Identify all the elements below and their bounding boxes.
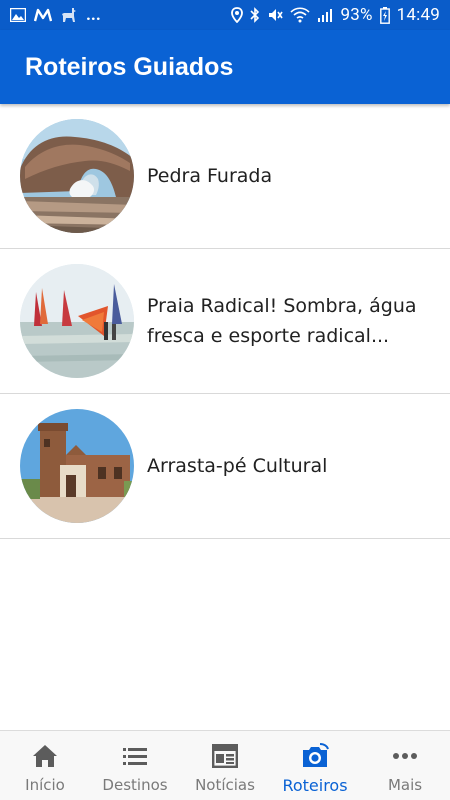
nav-item-mais[interactable]: Mais [360,731,450,800]
camera-icon [301,743,329,769]
nav-label: Destinos [102,776,168,794]
list-item-title: Praia Radical! Sombra, água fresca e esp… [147,295,417,347]
list-item[interactable]: Pedra Furada [0,104,450,249]
clock: 14:49 [396,5,440,25]
nav-label: Mais [387,776,423,794]
nav-label: Início [25,776,65,794]
rock-arch-photo [20,119,134,233]
battery-icon [379,6,390,24]
nav-label: Notícias [195,776,255,794]
list-item-title: Arrasta-pé Cultural [147,455,328,477]
signal-icon [317,8,333,22]
old-church-photo [20,409,134,523]
nav-item-roteiros[interactable]: Roteiros [270,731,360,800]
page-title: Roteiros Guiados [25,52,234,81]
m-logo-icon [34,8,52,22]
list-icon [123,743,147,769]
home-icon [32,743,58,769]
tour-list: Pedra Furada Praia Radical! Sombra, água… [0,104,450,539]
list-item-title: Pedra Furada [147,165,273,187]
nav-item-noticias[interactable]: Notícias [180,731,270,800]
image-icon [10,8,26,22]
status-overflow: ... [86,5,101,25]
list-item[interactable]: Arrasta-pé Cultural [0,394,450,539]
mute-icon [267,7,284,23]
list-item[interactable]: Praia Radical! Sombra, água fresca e esp… [0,249,450,394]
nav-item-inicio[interactable]: Início [0,731,90,800]
location-icon [231,7,244,23]
newspaper-icon [212,743,238,769]
app-bar: Roteiros Guiados [0,30,450,104]
status-bar: ... 93% 14:49 [0,0,450,30]
llama-icon [60,7,78,23]
nav-item-destinos[interactable]: Destinos [90,731,180,800]
battery-percent: 93% [340,5,373,25]
windsurf-beach-photo [20,264,134,378]
more-icon [393,743,417,769]
wifi-icon [290,7,311,23]
bluetooth-icon [250,7,260,23]
nav-label: Roteiros [282,776,348,795]
bottom-navigation: Início Destinos Notícias Roteiros Mais [0,730,450,800]
